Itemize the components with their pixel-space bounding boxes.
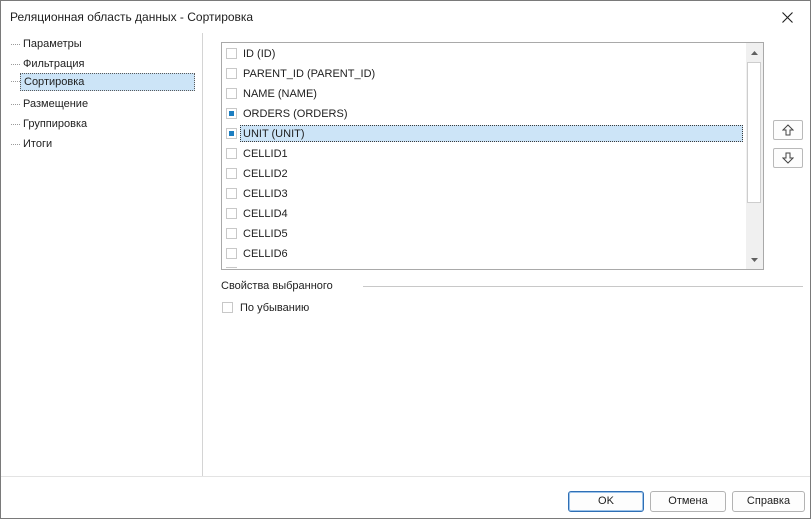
- tree-line: [11, 44, 20, 45]
- arrow-down-icon: [782, 152, 794, 164]
- field-label: UNIT (UNIT): [243, 128, 305, 140]
- field-checkbox[interactable]: [226, 68, 237, 79]
- nav-item-label: Размещение: [23, 98, 89, 110]
- tree-line: [11, 144, 20, 145]
- move-down-button[interactable]: [773, 148, 803, 168]
- dialog-footer: OK Отмена Справка: [1, 476, 810, 518]
- sort-fields-list[interactable]: ID (ID) PARENT_ID (PARENT_ID) NAME (NAME…: [221, 42, 764, 270]
- title-bar: Реляционная область данных - Сортировка: [1, 1, 810, 33]
- list-item[interactable]: CELLID3: [222, 184, 744, 204]
- tree-line: [11, 104, 20, 105]
- list-item[interactable]: NAME (NAME): [222, 84, 744, 104]
- section-title: Свойства выбранного: [221, 280, 333, 292]
- list-item[interactable]: CELLID5: [222, 224, 744, 244]
- field-label: NAME (NAME): [243, 88, 317, 100]
- section-divider: [363, 286, 803, 287]
- field-checkbox[interactable]: [226, 48, 237, 59]
- field-checkbox[interactable]: [226, 88, 237, 99]
- field-checkbox[interactable]: [226, 128, 237, 139]
- nav-item-sorting[interactable]: Сортировка: [11, 73, 201, 91]
- list-item[interactable]: ORDERS (ORDERS): [222, 104, 744, 124]
- field-checkbox[interactable]: [226, 108, 237, 119]
- selection-highlight: [240, 125, 743, 142]
- nav-item-parameters[interactable]: Параметры: [11, 36, 201, 54]
- field-checkbox[interactable]: [226, 228, 237, 239]
- window-title: Реляционная область данных - Сортировка: [10, 10, 254, 24]
- arrow-up-icon: [782, 124, 794, 136]
- tree-line: [11, 64, 20, 65]
- nav-item-label: Итоги: [23, 138, 53, 150]
- dialog-window: Реляционная область данных - Сортировка …: [0, 0, 811, 519]
- close-button[interactable]: [764, 1, 810, 33]
- descending-label: По убыванию: [240, 302, 310, 314]
- nav-item-label: Параметры: [23, 38, 82, 50]
- settings-nav: Параметры Фильтрация Сортировка Размещен…: [1, 33, 203, 476]
- descending-checkbox[interactable]: [222, 302, 233, 313]
- nav-item-label: Фильтрация: [23, 58, 85, 70]
- nav-item-label: Группировка: [23, 118, 88, 130]
- nav-item-grouping[interactable]: Группировка: [11, 116, 201, 134]
- field-label: ORDERS (ORDERS): [243, 108, 348, 120]
- list-item[interactable]: CELLID6: [222, 244, 744, 264]
- field-label: ID (ID): [243, 48, 276, 60]
- field-label: CELLID4: [243, 208, 288, 220]
- nav-item-filtering[interactable]: Фильтрация: [11, 56, 201, 74]
- field-label: CELLID2: [243, 168, 288, 180]
- list-item[interactable]: CELLID4: [222, 204, 744, 224]
- list-item[interactable]: CELLID1: [222, 144, 744, 164]
- field-label: PARENT_ID (PARENT_ID): [243, 68, 376, 80]
- cancel-button[interactable]: Отмена: [650, 491, 726, 512]
- tree-line: [11, 81, 20, 82]
- list-item[interactable]: ID (ID): [222, 44, 744, 64]
- field-checkbox[interactable]: [226, 168, 237, 179]
- nav-item-totals[interactable]: Итоги: [11, 136, 201, 154]
- field-label: CELLID6: [243, 248, 288, 260]
- close-icon: [781, 11, 793, 23]
- ok-button[interactable]: OK: [568, 491, 644, 512]
- field-label: CELLID5: [243, 228, 288, 240]
- help-button[interactable]: Справка: [732, 491, 805, 512]
- field-checkbox[interactable]: [226, 188, 237, 199]
- field-label: CELLID1: [243, 148, 288, 160]
- partial-row: [226, 267, 237, 269]
- move-up-button[interactable]: [773, 120, 803, 140]
- scrollbar-thumb[interactable]: [747, 62, 761, 203]
- field-checkbox[interactable]: [226, 148, 237, 159]
- nav-item-label: Сортировка: [20, 73, 195, 91]
- field-label: CELLID3: [243, 188, 288, 200]
- list-item[interactable]: PARENT_ID (PARENT_ID): [222, 64, 744, 84]
- tree-line: [11, 124, 20, 125]
- field-checkbox[interactable]: [226, 248, 237, 259]
- list-item[interactable]: CELLID2: [222, 164, 744, 184]
- vertical-scrollbar[interactable]: [745, 43, 763, 269]
- scroll-up-button[interactable]: [747, 44, 762, 61]
- field-checkbox[interactable]: [226, 208, 237, 219]
- scroll-down-button[interactable]: [747, 251, 762, 268]
- nav-item-placement[interactable]: Размещение: [11, 96, 201, 114]
- scroll-up-icon: [751, 50, 758, 55]
- selected-properties-section: Свойства выбранного: [221, 279, 803, 293]
- list-item-selected[interactable]: UNIT (UNIT): [222, 124, 744, 144]
- scroll-down-icon: [751, 257, 758, 262]
